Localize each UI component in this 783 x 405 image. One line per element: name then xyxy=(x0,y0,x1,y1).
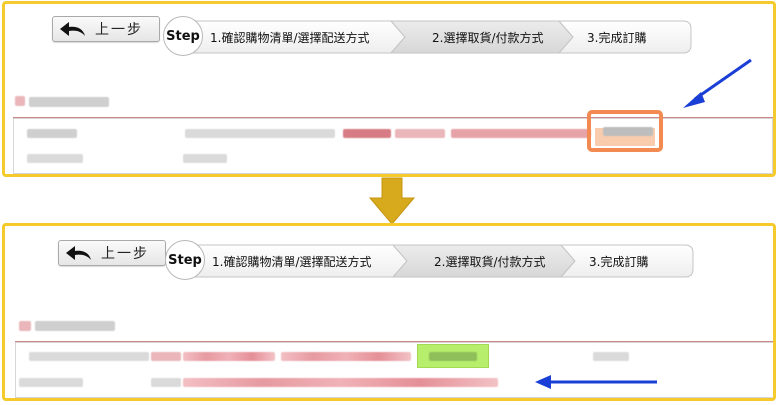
section-heading-blurred xyxy=(29,97,109,107)
step-3-label[interactable]: 3.完成訂購 xyxy=(587,29,646,46)
blue-arrow-icon xyxy=(535,375,657,389)
item-red-text-blurred xyxy=(183,352,275,361)
highlighted-value-blurred xyxy=(429,352,477,361)
item-red-text-blurred xyxy=(343,129,391,138)
step-2-label[interactable]: 2.選擇取貨/付款方式 xyxy=(432,29,544,46)
item-red-text-blurred xyxy=(183,378,498,387)
row-label-blurred xyxy=(19,378,83,387)
curved-arrow-left-icon xyxy=(60,22,85,36)
step-badge: Step xyxy=(163,16,203,56)
comparison-canvas: 上一步 Step 1.確認購物清單/選擇配送方式 2.選擇取貨/付款方式 3.完… xyxy=(0,0,783,405)
item-text-blurred xyxy=(183,154,227,163)
step-2-label[interactable]: 2.選擇取貨/付款方式 xyxy=(434,253,546,270)
down-arrow-icon xyxy=(368,177,416,225)
highlighted-value-blurred xyxy=(603,127,653,136)
item-text-blurred xyxy=(29,352,149,361)
checkout-stepbar: Step 1.確認購物清單/選擇配送方式 2.選擇取貨/付款方式 3.完成訂購 xyxy=(165,240,695,280)
curved-arrow-left-icon xyxy=(66,246,91,260)
row-label-blurred xyxy=(27,154,83,163)
back-button[interactable]: 上一步 xyxy=(52,16,160,42)
section-marker xyxy=(19,321,31,331)
step-3-label[interactable]: 3.完成訂購 xyxy=(589,253,648,270)
before-panel: 上一步 Step 1.確認購物清單/選擇配送方式 2.選擇取貨/付款方式 3.完… xyxy=(2,1,776,177)
blue-arrow-icon xyxy=(683,58,752,108)
after-panel: 上一步 Step 1.確認購物清單/選擇配送方式 2.選擇取貨/付款方式 3.完… xyxy=(2,223,776,401)
step-1-label[interactable]: 1.確認購物清單/選擇配送方式 xyxy=(212,253,372,270)
item-red-text-blurred xyxy=(451,129,591,138)
item-red-text-blurred xyxy=(281,352,411,361)
back-button-label: 上一步 xyxy=(101,246,149,262)
row-value-blurred xyxy=(593,352,629,361)
back-button-label: 上一步 xyxy=(95,22,143,38)
back-button[interactable]: 上一步 xyxy=(58,240,166,266)
section-heading-blurred xyxy=(35,321,115,331)
section-marker xyxy=(15,96,25,106)
item-text-blurred xyxy=(185,129,335,138)
item-red-text-blurred xyxy=(395,129,445,138)
row-label-blurred xyxy=(27,129,77,138)
step-1-label[interactable]: 1.確認購物清單/選擇配送方式 xyxy=(210,29,370,46)
step-badge: Step xyxy=(165,240,205,280)
checkout-stepbar: Step 1.確認購物清單/選擇配送方式 2.選擇取貨/付款方式 3.完成訂購 xyxy=(163,16,693,56)
item-red-text-blurred xyxy=(151,352,181,361)
item-text-blurred xyxy=(151,378,181,387)
